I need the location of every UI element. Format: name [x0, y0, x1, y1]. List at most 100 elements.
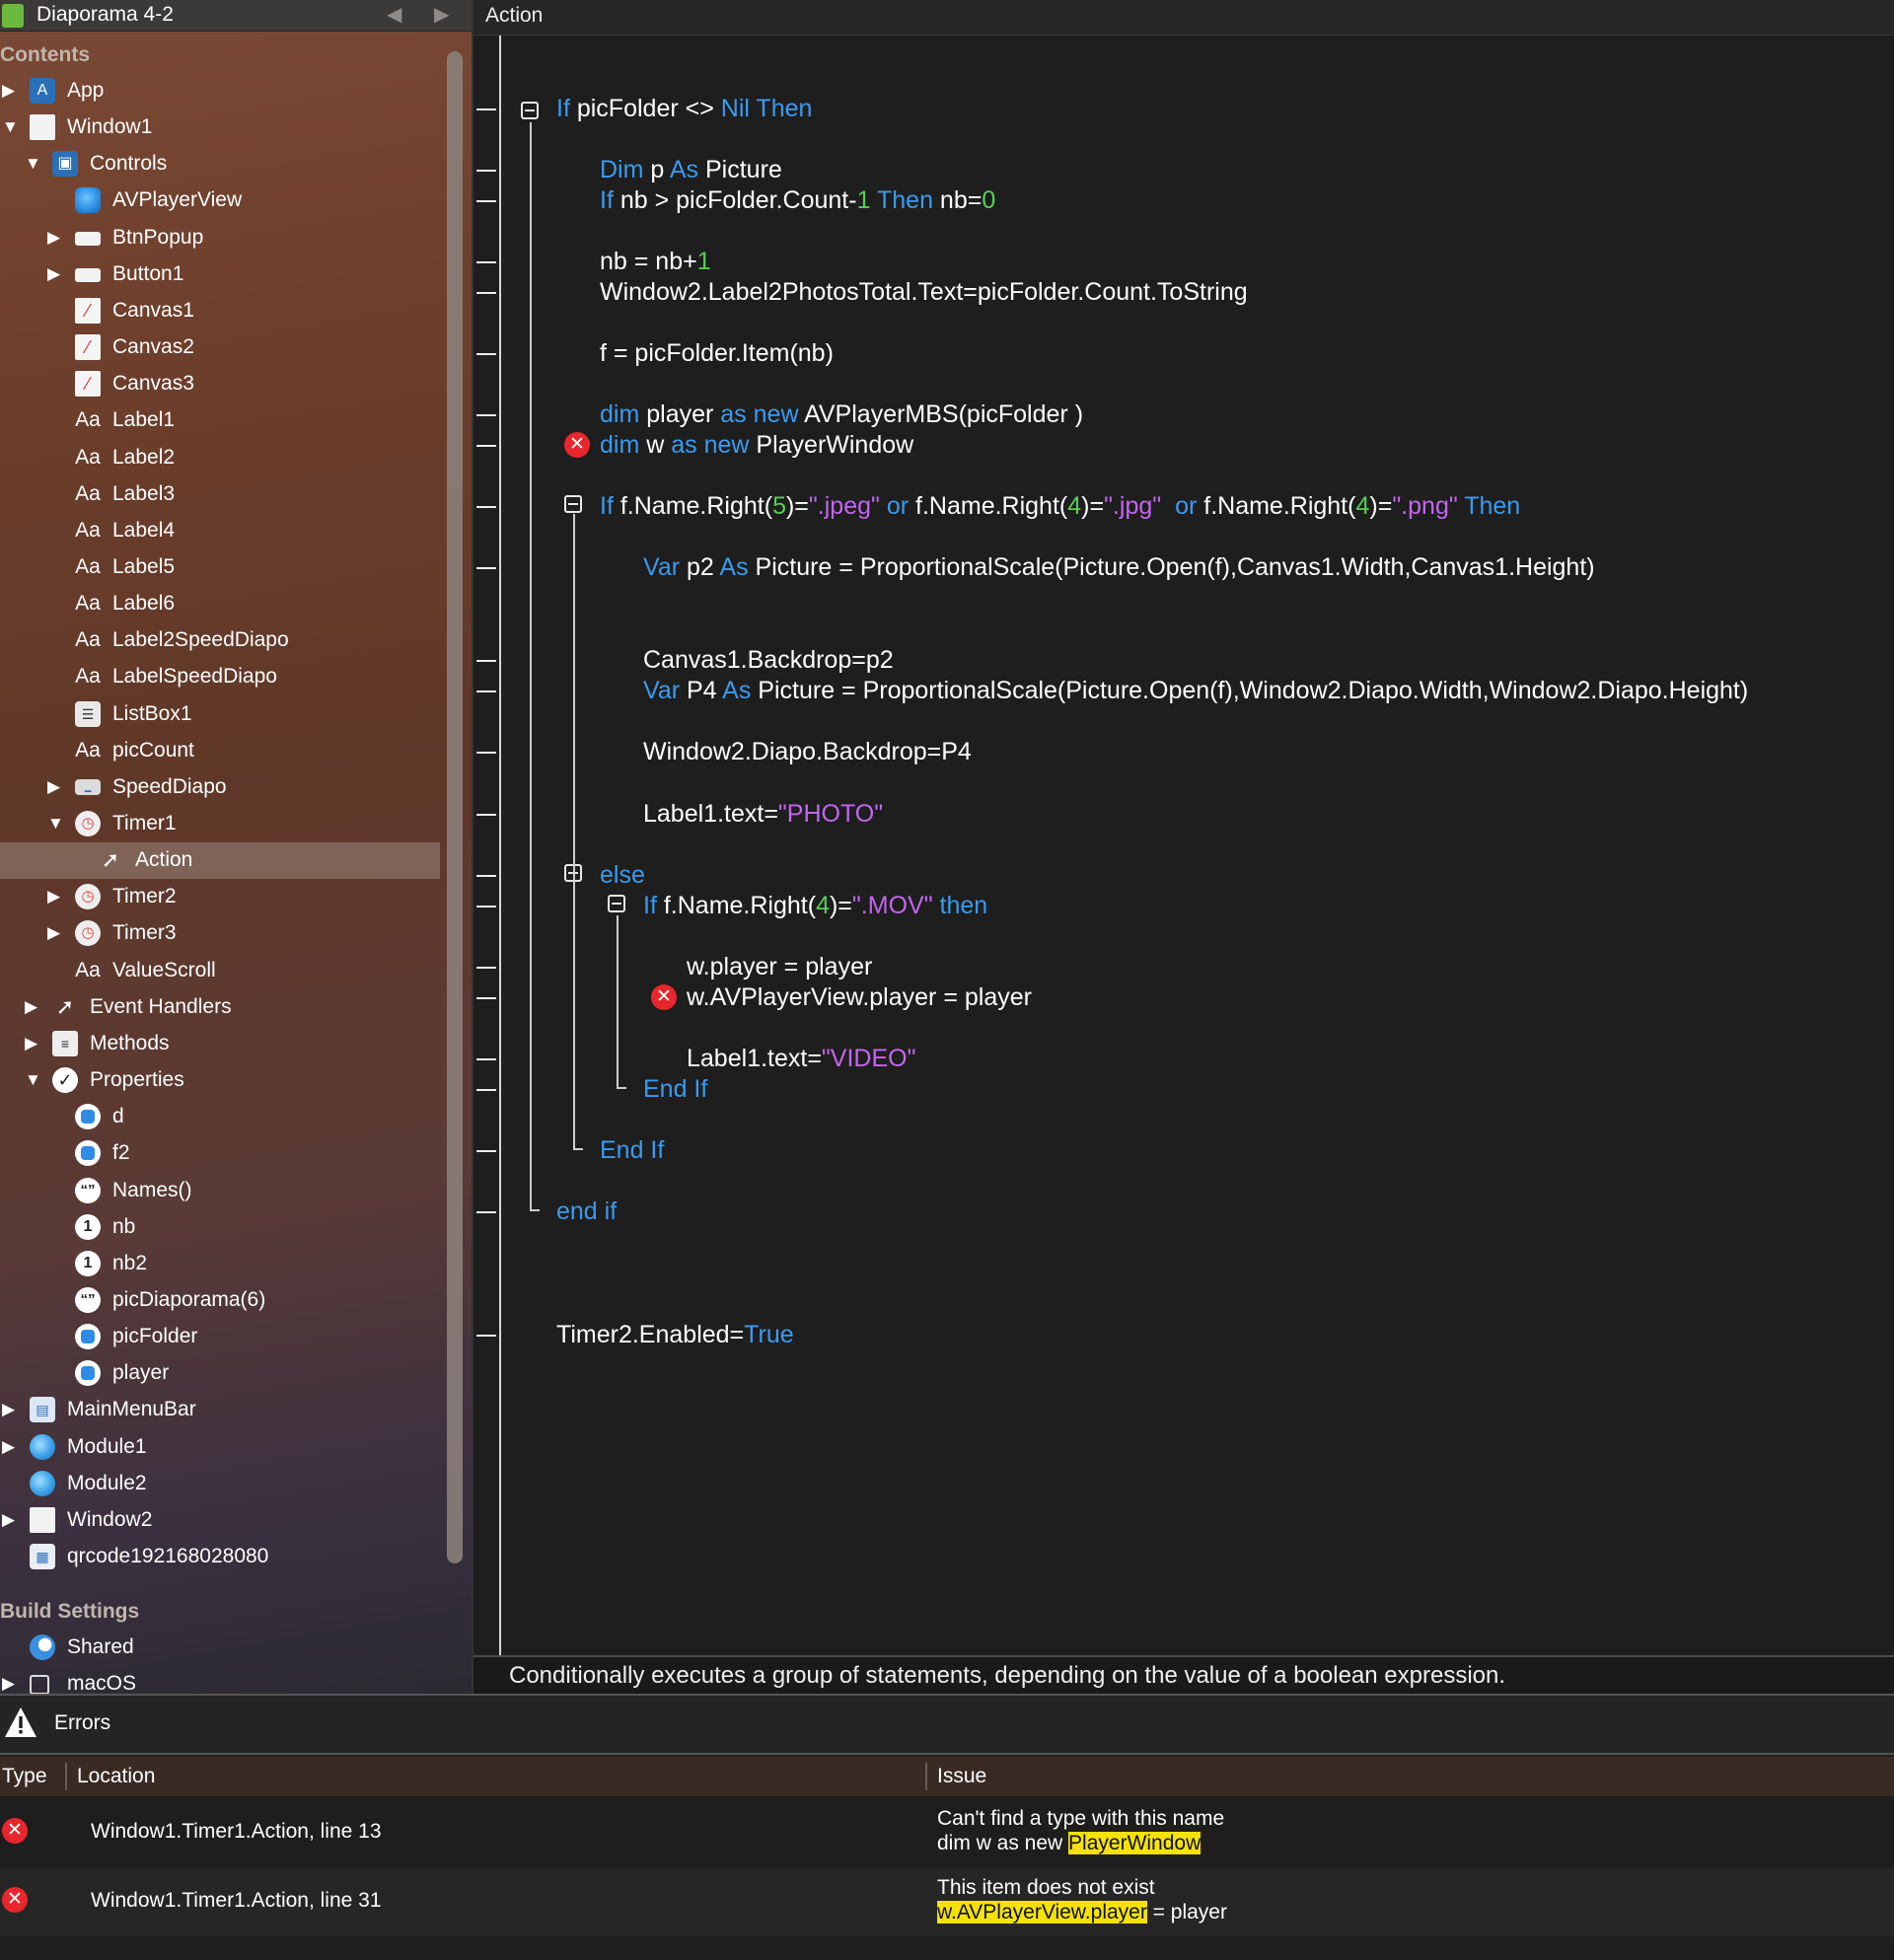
- error-row[interactable]: ✕ Window1.Timer1.Action, line 13 Can't fin…: [0, 1798, 1894, 1867]
- code-line[interactable]: Label1.text="VIDEO": [687, 1045, 915, 1073]
- tree-item[interactable]: d: [0, 1099, 440, 1135]
- line-marker[interactable]: [476, 1211, 496, 1213]
- tree-item[interactable]: Aa Label2: [0, 440, 440, 476]
- tree-item[interactable]: Aa picCount: [0, 733, 440, 769]
- code-line[interactable]: If f.Name.Right(5)=".jpeg" or f.Name.Rig…: [600, 492, 1520, 521]
- code-line[interactable]: Window2.Diapo.Backdrop=P4: [643, 738, 972, 766]
- code-line[interactable]: Canvas1.Backdrop=p2: [643, 646, 894, 675]
- code-line[interactable]: dim w as new PlayerWindow: [600, 431, 913, 460]
- tree-item[interactable]: Aa Label2SpeedDiapo: [0, 622, 440, 659]
- tree-item[interactable]: “” picDiaporama(6): [0, 1282, 440, 1319]
- tree-item[interactable]: Aa Label5: [0, 549, 440, 586]
- code-line[interactable]: If f.Name.Right(4)=".MOV" then: [643, 892, 987, 920]
- back-icon[interactable]: ◀: [387, 2, 401, 27]
- tree-item[interactable]: ☰ ListBox1: [0, 696, 440, 733]
- fold-toggle-icon[interactable]: [564, 495, 582, 513]
- tree-item[interactable]: picFolder: [0, 1319, 440, 1355]
- code-line[interactable]: End If: [643, 1075, 707, 1104]
- tree-item[interactable]: Aa LabelSpeedDiapo: [0, 659, 440, 695]
- disclosure-collapsed-icon[interactable]: ▶: [25, 1033, 42, 1054]
- code-line[interactable]: w.player = player: [687, 953, 872, 981]
- tree-item[interactable]: AVPlayerView: [0, 182, 440, 219]
- line-marker[interactable]: [476, 292, 496, 294]
- tree-item[interactable]: ▶ ◷ Timer2: [0, 879, 440, 915]
- tree-item[interactable]: ▼ ◷ Timer1: [0, 806, 440, 842]
- tree-item[interactable]: ➚ Action: [0, 842, 440, 880]
- code-line[interactable]: Window2.Label2PhotosTotal.Text=picFolder…: [600, 278, 1248, 307]
- tree-item[interactable]: ▶ Button1: [0, 256, 440, 293]
- tree-item[interactable]: ⁄ Canvas2: [0, 329, 440, 366]
- tree-item[interactable]: ▶ ➚ Event Handlers: [0, 989, 440, 1026]
- tree-item[interactable]: 1 nb: [0, 1209, 440, 1246]
- disclosure-collapsed-icon[interactable]: ▶: [25, 996, 42, 1018]
- tree-item[interactable]: ▼ Window1: [0, 109, 440, 146]
- sidebar-scrollbar[interactable]: [447, 51, 463, 1563]
- line-marker[interactable]: [476, 660, 496, 662]
- fold-toggle-icon[interactable]: [521, 102, 539, 119]
- code-line[interactable]: end if: [556, 1198, 617, 1226]
- code-line[interactable]: dim player as new AVPlayerMBS(picFolder …: [600, 400, 1083, 429]
- tree-item[interactable]: ▶ ≡ Methods: [0, 1026, 440, 1062]
- line-marker[interactable]: [476, 170, 496, 172]
- editor-gutter[interactable]: [474, 36, 499, 1655]
- line-marker[interactable]: [476, 200, 496, 202]
- tree-item[interactable]: ▶ ▤ MainMenuBar: [0, 1392, 440, 1428]
- tree-item[interactable]: ▶ Window2: [0, 1502, 440, 1539]
- code-line[interactable]: If nb > picFolder.Count-1 Then nb=0: [600, 186, 995, 215]
- code-line[interactable]: If picFolder <> Nil Then: [556, 95, 812, 123]
- line-marker[interactable]: [476, 997, 496, 999]
- line-marker[interactable]: [476, 567, 496, 569]
- fold-toggle-icon[interactable]: [608, 895, 625, 912]
- line-marker[interactable]: [476, 414, 496, 416]
- error-icon[interactable]: ✕: [651, 984, 677, 1010]
- disclosure-collapsed-icon[interactable]: ▶: [47, 922, 65, 944]
- tree-item[interactable]: ▶ Module1: [0, 1429, 440, 1466]
- line-marker[interactable]: [476, 752, 496, 754]
- tree-item[interactable]: ▶ ◷ Timer3: [0, 915, 440, 952]
- code-line[interactable]: Dim p As Picture: [600, 156, 782, 184]
- error-icon[interactable]: ✕: [564, 432, 590, 458]
- tree-item[interactable]: ▶ A App: [0, 73, 440, 109]
- code-line[interactable]: Label1.text="PHOTO": [643, 800, 883, 829]
- tree-item[interactable]: player: [0, 1355, 440, 1392]
- tree-item[interactable]: Aa ValueScroll: [0, 953, 440, 989]
- tree-item[interactable]: f2: [0, 1135, 440, 1172]
- line-marker[interactable]: [476, 875, 496, 877]
- code-line[interactable]: End If: [600, 1136, 664, 1165]
- line-marker[interactable]: [476, 690, 496, 692]
- tree-item[interactable]: ▶ BtnPopup: [0, 220, 440, 256]
- line-marker[interactable]: [476, 1058, 496, 1060]
- disclosure-collapsed-icon[interactable]: ▶: [2, 80, 20, 102]
- line-marker[interactable]: [476, 109, 496, 110]
- tree-item[interactable]: Aa Label6: [0, 586, 440, 622]
- tree-item[interactable]: Shared: [0, 1630, 440, 1666]
- disclosure-collapsed-icon[interactable]: ▶: [47, 227, 65, 249]
- code-line[interactable]: Var P4 As Picture = ProportionalScale(Pi…: [643, 677, 1748, 705]
- disclosure-expanded-icon[interactable]: ▼: [25, 153, 42, 175]
- tree-item[interactable]: Aa Label4: [0, 513, 440, 549]
- line-marker[interactable]: [476, 814, 496, 816]
- disclosure-collapsed-icon[interactable]: ▶: [47, 886, 65, 907]
- disclosure-collapsed-icon[interactable]: ▶: [2, 1399, 20, 1420]
- disclosure-collapsed-icon[interactable]: ▶: [47, 776, 65, 798]
- code-line[interactable]: else: [600, 861, 645, 890]
- column-type[interactable]: Type: [2, 1765, 47, 1788]
- code-line[interactable]: Var p2 As Picture = ProportionalScale(Pi…: [643, 553, 1595, 582]
- tree-item[interactable]: Aa Label1: [0, 402, 440, 439]
- code-line[interactable]: f = picFolder.Item(nb): [600, 339, 834, 368]
- disclosure-collapsed-icon[interactable]: ▶: [2, 1509, 20, 1531]
- disclosure-collapsed-icon[interactable]: ▶: [2, 1673, 20, 1694]
- line-marker[interactable]: [476, 906, 496, 907]
- tree-item[interactable]: “” Names(): [0, 1173, 440, 1209]
- tree-item[interactable]: ⁄ Canvas1: [0, 293, 440, 329]
- line-marker[interactable]: [476, 261, 496, 263]
- line-marker[interactable]: [476, 1335, 496, 1337]
- code-line[interactable]: nb = nb+1: [600, 248, 711, 276]
- line-marker[interactable]: [476, 506, 496, 508]
- tree-item[interactable]: ⁄ Canvas3: [0, 366, 440, 402]
- tree-item[interactable]: ▶ macOS: [0, 1666, 440, 1694]
- tree-item[interactable]: ▼ ▣ Controls: [0, 146, 440, 182]
- disclosure-expanded-icon[interactable]: ▼: [25, 1069, 42, 1091]
- forward-icon[interactable]: ▶: [434, 2, 449, 27]
- tree-item[interactable]: Aa Label3: [0, 476, 440, 513]
